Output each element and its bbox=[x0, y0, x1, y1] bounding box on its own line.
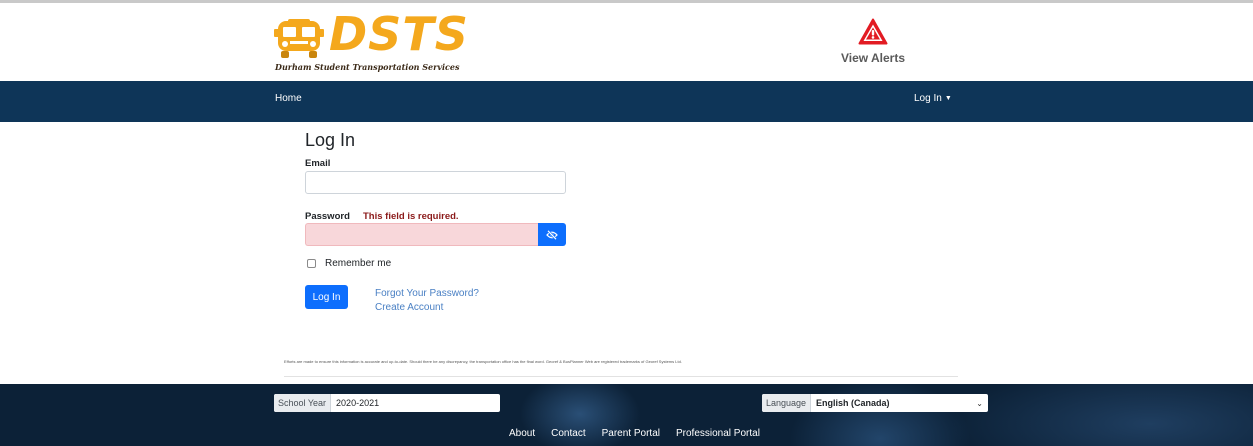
email-label: Email bbox=[305, 158, 331, 169]
language-label: Language bbox=[762, 394, 812, 412]
logo-subtitle: Durham Student Transportation Services bbox=[275, 62, 460, 72]
footer: School Year 2020-2021 Language English (… bbox=[0, 384, 1253, 446]
language-select[interactable]: English (Canada) ⌄ bbox=[811, 394, 988, 412]
forgot-password-link[interactable]: Forgot Your Password? bbox=[375, 288, 479, 299]
dsts-logo[interactable]: DSTS Durham Student Transportation Servi… bbox=[274, 11, 468, 77]
footer-link-about[interactable]: About bbox=[509, 428, 535, 439]
remember-me-checkbox[interactable] bbox=[307, 259, 316, 268]
school-year-label: School Year bbox=[274, 394, 332, 412]
disclaimer-text: Efforts are made to ensure this informat… bbox=[284, 359, 682, 364]
nav-home-link[interactable]: Home bbox=[275, 93, 302, 104]
view-alerts-label: View Alerts bbox=[840, 51, 906, 65]
footer-links: About Contact Parent Portal Professional… bbox=[509, 428, 760, 439]
nav-login-dropdown[interactable]: Log In ▼ bbox=[914, 93, 952, 104]
footer-link-parent-portal[interactable]: Parent Portal bbox=[602, 428, 660, 439]
school-year-value[interactable]: 2020-2021 bbox=[331, 394, 384, 412]
school-year-selector[interactable]: School Year 2020-2021 bbox=[274, 394, 500, 412]
password-label: Password bbox=[305, 211, 350, 222]
eye-slash-icon bbox=[546, 229, 558, 240]
navbar: Home Log In ▼ bbox=[0, 81, 1253, 122]
warning-triangle-icon bbox=[858, 18, 888, 45]
chevron-down-icon: ⌄ bbox=[976, 398, 983, 408]
password-error-message: This field is required. bbox=[363, 211, 459, 222]
create-account-link[interactable]: Create Account bbox=[375, 302, 443, 313]
language-selector[interactable]: Language English (Canada) ⌄ bbox=[762, 394, 988, 412]
caret-down-icon: ▼ bbox=[944, 95, 952, 102]
language-value: English (Canada) bbox=[816, 398, 890, 408]
password-field[interactable] bbox=[305, 223, 538, 246]
footer-link-contact[interactable]: Contact bbox=[551, 428, 585, 439]
divider bbox=[284, 376, 958, 377]
toggle-password-visibility-button[interactable] bbox=[538, 223, 566, 246]
footer-link-professional-portal[interactable]: Professional Portal bbox=[676, 428, 760, 439]
remember-me-row: Remember me bbox=[307, 258, 391, 269]
page-title: Log In bbox=[305, 130, 356, 150]
nav-login-label: Log In bbox=[914, 93, 942, 104]
login-button[interactable]: Log In bbox=[305, 285, 348, 309]
header: DSTS Durham Student Transportation Servi… bbox=[0, 3, 1253, 81]
logo-text: DSTS bbox=[329, 7, 469, 61]
view-alerts-button[interactable]: View Alerts bbox=[838, 18, 908, 65]
email-field[interactable] bbox=[305, 171, 566, 194]
remember-me-label[interactable]: Remember me bbox=[325, 258, 391, 269]
school-bus-icon bbox=[274, 19, 324, 58]
